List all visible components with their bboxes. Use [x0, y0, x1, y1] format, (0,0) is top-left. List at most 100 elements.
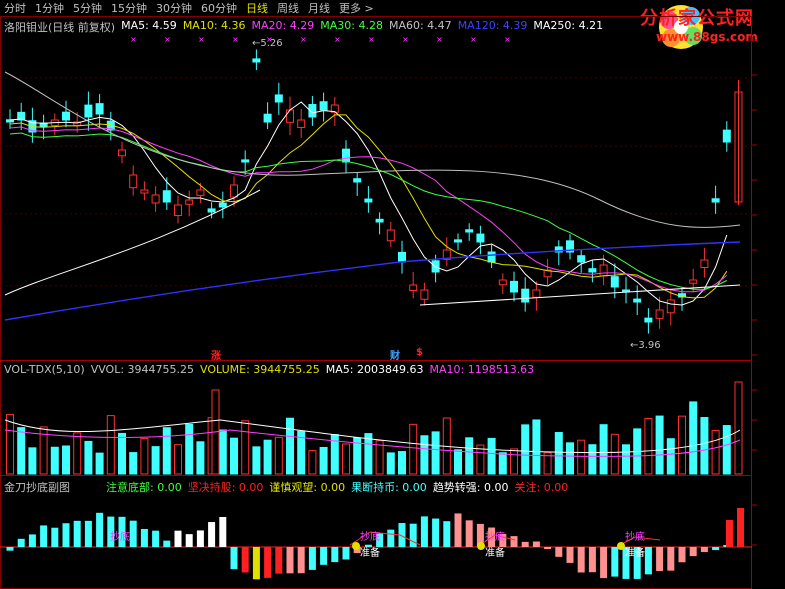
indicator-bar — [40, 525, 48, 547]
indicator-bar — [667, 547, 675, 571]
volume-bar — [588, 444, 597, 475]
volume-bar — [622, 444, 630, 475]
high-price-label: ←5.26 — [252, 38, 283, 49]
candle-body — [263, 113, 272, 123]
signal-dot — [617, 542, 625, 550]
x-marker: × — [130, 35, 137, 44]
candle-body — [118, 149, 126, 157]
candle-body — [286, 109, 294, 123]
volume-bar — [50, 446, 59, 475]
indicator-bar — [588, 547, 596, 573]
volume-bar — [610, 433, 619, 475]
x-marker: × — [368, 35, 375, 44]
indicator-bar — [726, 520, 733, 547]
ma-legend-4: MA60: 4.47 — [388, 19, 452, 32]
indicator-legend-3: 果断持币: 0.00 — [351, 481, 427, 494]
volume-bar — [106, 415, 115, 475]
indicator-bar — [297, 547, 305, 574]
candle-body — [342, 148, 350, 163]
indicator-bar — [17, 538, 25, 547]
price-legend: 洛阳钼业(日线 前复权) MA5: 4.59 MA10: 4.36 MA20: 4.2… — [4, 19, 603, 35]
volume-bar — [286, 417, 294, 475]
indicator-bar — [555, 547, 563, 557]
candle-body — [319, 101, 328, 111]
event-mark-rise[interactable]: 涨 — [211, 347, 221, 362]
ma120-line — [4, 241, 741, 321]
candle-body — [521, 288, 530, 303]
volume-bar — [521, 424, 530, 475]
indicator-bar — [521, 541, 529, 547]
volume-bar — [342, 443, 350, 475]
volume-bar — [6, 413, 14, 475]
candle-body — [420, 289, 429, 300]
indicator-bar — [308, 547, 316, 570]
volume-bar — [532, 419, 541, 475]
volume-bar — [454, 449, 462, 475]
chart-window: 分时 1分钟 5分钟 15分钟 30分钟 60分钟 日线 周线 月线 更多 > 分析家公式网 ww… — [0, 0, 785, 589]
ma60-line — [4, 71, 741, 228]
ma-legend-2: MA20: 4.29 — [251, 19, 315, 32]
candle-body — [498, 279, 507, 286]
candle-body — [532, 289, 541, 298]
indicator-bar — [544, 547, 552, 550]
volume-legend: VOL-TDX(5,10) VVOL: 3944755.25 VOLUME: 394… — [4, 363, 534, 376]
volume-bar — [689, 401, 698, 475]
volume-bar — [308, 450, 317, 475]
signal-dot — [477, 542, 485, 550]
indicator-bar — [51, 527, 59, 547]
ma-legend-6: MA250: 4.21 — [533, 19, 604, 32]
candle-body — [353, 178, 362, 183]
volume-bar — [655, 415, 664, 475]
indicator-bar — [342, 547, 350, 560]
volume-bar — [185, 423, 194, 475]
indicator-bar — [331, 547, 339, 563]
volume-bar — [577, 439, 586, 475]
candle-body — [722, 129, 731, 143]
candle-body — [140, 189, 149, 194]
signal-label-buy: 抄底 — [485, 530, 505, 543]
candle-body — [510, 280, 518, 293]
x-marker: × — [436, 35, 443, 44]
volume-bar — [364, 433, 373, 475]
volume-bar — [465, 437, 474, 475]
signal-label-prepare: 准备 — [485, 546, 505, 559]
volume-bar — [263, 439, 272, 475]
candle-body — [375, 218, 384, 223]
volume-bar — [722, 425, 731, 475]
event-mark-dividend[interactable]: $ — [416, 347, 423, 358]
volume-bar — [274, 436, 283, 475]
indicator-bar — [364, 544, 372, 547]
volume-bar — [151, 446, 160, 475]
volume-legend-0: VVOL: 3944755.25 — [90, 363, 195, 376]
candle-body — [454, 239, 462, 243]
candle-body — [129, 174, 138, 189]
x-marker: × — [504, 35, 511, 44]
chart-canvas[interactable]: × × × × × × × × × × × ×抄底 抄底准备抄底准备抄底准备 — [0, 0, 785, 589]
indicator-legend-2: 谨慎观望: 0.00 — [269, 481, 346, 494]
volume-bar — [95, 452, 104, 475]
candle-body — [297, 119, 306, 128]
candle-body — [185, 199, 194, 205]
volume-bar — [599, 424, 608, 475]
candle-body — [230, 184, 238, 198]
indicator-bar — [320, 547, 328, 565]
candle-body — [162, 190, 171, 203]
indicator-bar — [152, 530, 160, 547]
indicator-bar — [73, 520, 81, 547]
indicator-bar — [6, 547, 14, 551]
indicator-panel-title: 金刀抄底副图 — [4, 481, 70, 494]
indicator-bar — [532, 541, 540, 547]
event-mark-finance[interactable]: 财 — [390, 347, 400, 362]
indicator-bar — [286, 547, 294, 574]
candle-body — [95, 103, 104, 115]
candle-body — [252, 58, 261, 63]
indicator-bar — [611, 547, 619, 577]
volume-bar — [644, 418, 653, 475]
volume-bar — [73, 432, 82, 475]
volume-bar — [196, 441, 205, 475]
price-panel-title: 洛阳钼业(日线 前复权) — [4, 21, 116, 34]
candle-body — [465, 229, 474, 233]
volume-bar — [566, 442, 574, 475]
volume-bar — [129, 452, 138, 475]
indicator-bar — [208, 522, 216, 547]
